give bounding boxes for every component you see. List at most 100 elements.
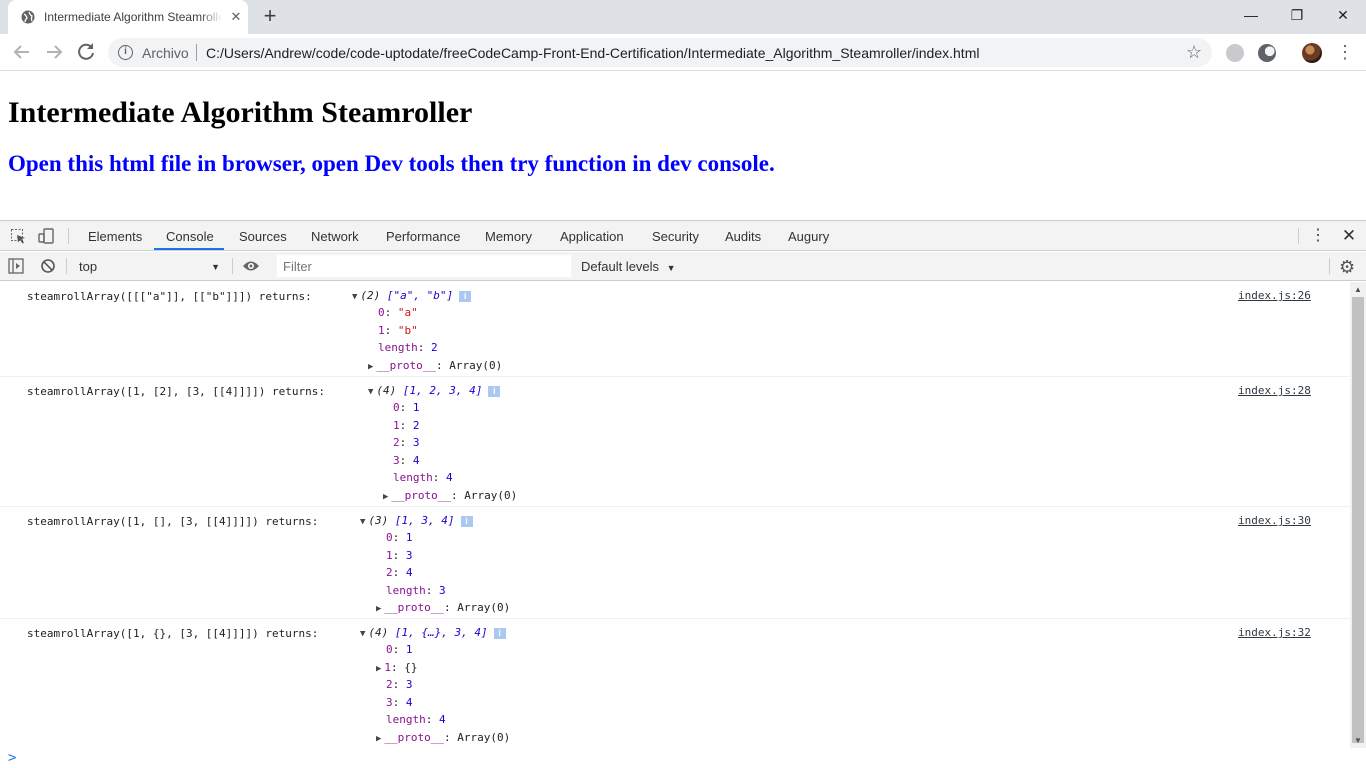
expand-triangle-icon[interactable]: ▶: [376, 662, 381, 676]
property-key: 3: [386, 695, 393, 709]
context-selector[interactable]: top ▼: [72, 257, 228, 277]
property-value: 2: [431, 341, 438, 354]
browser-menu-icon[interactable]: ⋮: [1336, 41, 1354, 63]
array-property: 2: 3: [386, 678, 413, 691]
array-preview: [1, 2, 3, 4]: [402, 384, 483, 397]
info-badge-icon[interactable]: i: [493, 628, 506, 639]
console-scrollbar[interactable]: ▲ ▼: [1350, 282, 1366, 748]
property-key: 0: [378, 306, 385, 319]
forward-arrow-icon[interactable]: [42, 40, 66, 64]
source-link[interactable]: index.js:28: [1238, 384, 1311, 397]
inspect-element-icon[interactable]: [10, 228, 26, 244]
tab-console[interactable]: Console: [166, 221, 214, 251]
console-messages: steamrollArray([[["a"]], [["b"]]]) retur…: [0, 282, 1350, 748]
tab-elements[interactable]: Elements: [88, 221, 142, 251]
array-property: 0: 1: [386, 643, 413, 656]
source-link[interactable]: index.js:32: [1238, 626, 1311, 639]
scrollbar-thumb[interactable]: [1352, 297, 1364, 743]
console-prompt[interactable]: >: [0, 748, 1366, 768]
show-sidebar-icon[interactable]: [8, 258, 24, 274]
tab-performance[interactable]: Performance: [386, 221, 460, 251]
tab-network[interactable]: Network: [311, 221, 359, 251]
array-property: 2: 3: [393, 436, 420, 449]
extension-icon[interactable]: [1226, 44, 1244, 62]
property-value: "b": [397, 323, 418, 337]
clear-console-icon[interactable]: [40, 258, 56, 274]
eye-icon[interactable]: [242, 259, 260, 273]
info-badge-icon[interactable]: i: [488, 386, 501, 397]
tab-application[interactable]: Application: [560, 221, 624, 251]
expand-triangle-icon[interactable]: ▶: [368, 360, 373, 374]
address-bar[interactable]: i Archivo C:/Users/Andrew/code/code-upto…: [108, 38, 1212, 67]
console-command-text: steamrollArray([1, {}, [3, [[4]]]]) retu…: [27, 627, 319, 640]
property-key: 1: [386, 548, 393, 562]
property-key: 0: [393, 401, 400, 414]
minimize-button[interactable]: —: [1228, 0, 1274, 30]
property-key: __proto__: [384, 601, 445, 614]
expand-triangle-icon[interactable]: ▶: [376, 602, 381, 616]
dark-mode-extension-icon[interactable]: [1258, 44, 1276, 62]
tab-augury[interactable]: Augury: [788, 221, 829, 251]
tab-title: Intermediate Algorithm Steamroller: [44, 10, 222, 26]
source-link[interactable]: index.js:30: [1238, 514, 1311, 527]
array-property[interactable]: ▶ 1: {}: [376, 661, 418, 676]
url-text[interactable]: C:/Users/Andrew/code/code-uptodate/freeC…: [206, 45, 979, 61]
property-key: 1: [378, 323, 385, 337]
info-icon[interactable]: i: [118, 45, 133, 60]
expand-triangle-icon[interactable]: ▼: [360, 629, 365, 639]
scroll-up-icon[interactable]: ▲: [1354, 285, 1362, 294]
console-message: steamrollArray([[["a"]], [["b"]]]) retur…: [0, 282, 1350, 377]
log-levels-dropdown[interactable]: Default levels ▼: [581, 257, 676, 278]
array-summary[interactable]: ▼ (2) ["a", "b"] i: [352, 289, 472, 302]
tab-close-icon[interactable]: ✕: [228, 9, 244, 25]
expand-triangle-icon[interactable]: ▼: [352, 292, 357, 302]
browser-tab[interactable]: Intermediate Algorithm Steamroller ✕: [8, 0, 248, 34]
prompt-chevron-icon: >: [8, 750, 17, 766]
proto-property[interactable]: ▶ __proto__: Array(0): [376, 731, 510, 746]
tab-memory[interactable]: Memory: [485, 221, 532, 251]
tab-security[interactable]: Security: [652, 221, 699, 251]
tab-sources[interactable]: Sources: [239, 221, 287, 251]
source-link[interactable]: index.js:26: [1238, 289, 1311, 302]
property-value: "a": [397, 306, 418, 319]
tab-audits[interactable]: Audits: [725, 221, 761, 251]
expand-triangle-icon[interactable]: ▼: [368, 387, 373, 397]
browser-toolbar: i Archivo C:/Users/Andrew/code/code-upto…: [0, 34, 1366, 71]
console-filter-input[interactable]: [277, 255, 571, 277]
array-property: 1: 2: [393, 418, 420, 432]
console-command-text: steamrollArray([1, [], [3, [[4]]]]) retu…: [27, 515, 319, 528]
back-arrow-icon[interactable]: [10, 40, 34, 64]
property-key: 0: [386, 531, 393, 544]
array-preview: [1, 3, 4]: [394, 514, 455, 527]
expand-triangle-icon[interactable]: ▶: [383, 490, 388, 504]
window-close-button[interactable]: ✕: [1320, 0, 1366, 30]
array-summary[interactable]: ▼ (4) [1, 2, 3, 4] i: [368, 384, 501, 397]
property-value: 1: [405, 643, 413, 656]
array-property: 0: 1: [386, 531, 413, 544]
gear-icon[interactable]: ⚙: [1339, 257, 1355, 277]
devtools-menu-icon[interactable]: ⋮: [1310, 226, 1326, 246]
profile-avatar[interactable]: [1302, 43, 1322, 63]
array-property: length: 4: [393, 471, 453, 484]
array-preview: ["a", "b"]: [386, 289, 454, 302]
proto-property[interactable]: ▶ __proto__: Array(0): [383, 489, 517, 504]
array-summary[interactable]: ▼ (3) [1, 3, 4] i: [360, 514, 473, 527]
expand-triangle-icon[interactable]: ▶: [376, 732, 381, 746]
new-tab-button[interactable]: +: [258, 5, 282, 29]
device-toolbar-icon[interactable]: [38, 228, 54, 244]
devtools-close-icon[interactable]: ✕: [1340, 227, 1358, 245]
console-command-text: steamrollArray([1, [2], [3, [[4]]]]) ret…: [27, 385, 326, 398]
proto-property[interactable]: ▶ __proto__: Array(0): [376, 601, 510, 616]
bookmark-star-icon[interactable]: ☆: [1186, 42, 1202, 62]
array-summary[interactable]: ▼ (4) [1, {…}, 3, 4] i: [360, 626, 506, 639]
toolbar-divider: [68, 228, 69, 244]
proto-property[interactable]: ▶ __proto__: Array(0): [368, 359, 502, 374]
info-badge-icon[interactable]: i: [459, 291, 472, 302]
scroll-down-icon[interactable]: ▼: [1354, 736, 1362, 745]
reload-icon[interactable]: [74, 40, 98, 64]
restore-button[interactable]: ❐: [1274, 0, 1320, 30]
active-tab-indicator: [154, 248, 224, 250]
info-badge-icon[interactable]: i: [460, 516, 473, 527]
array-property: length: 3: [386, 583, 446, 597]
expand-triangle-icon[interactable]: ▼: [360, 517, 365, 527]
